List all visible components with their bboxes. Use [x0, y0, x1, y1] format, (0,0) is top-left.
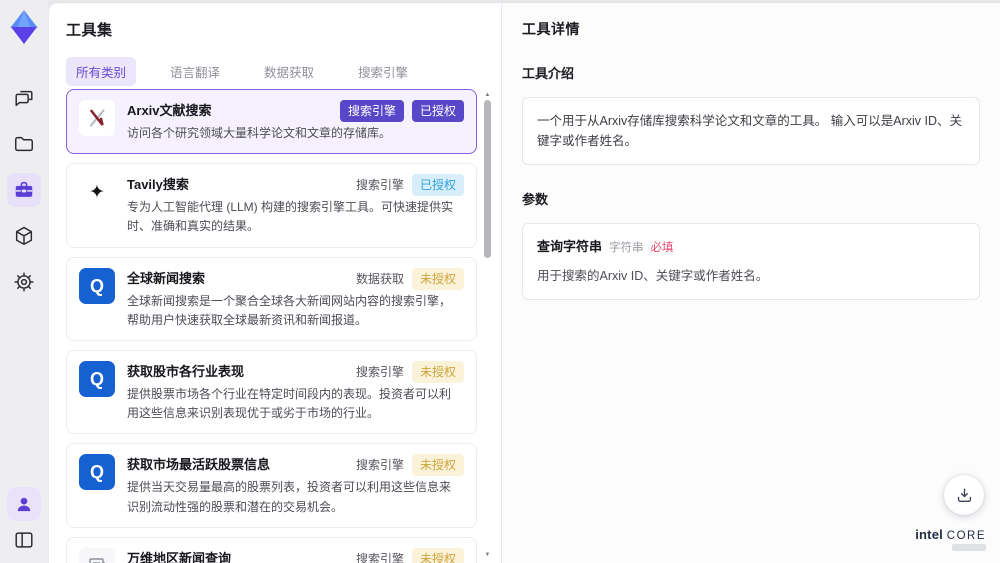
app-window: 工具集 所有类别 语言翻译 数据获取 搜索引擎 Arxiv文献搜索 访问各个研究… [0, 0, 1000, 563]
tavily-logo-icon: ✦ [79, 174, 115, 211]
intro-box: 一个用于从Arxiv存储库搜索科学论文和文章的工具。 输入可以是Arxiv ID… [522, 97, 980, 165]
tab-language-translation[interactable]: 语言翻译 [160, 57, 230, 86]
layout-panel-icon [15, 532, 33, 548]
tool-description: 提供股票市场各个行业在特定时间段内的表现。投资者可以利用这些信息来识别表现优于或… [127, 386, 452, 421]
tool-auth-badge: 已授权 [411, 100, 464, 122]
user-icon [17, 497, 31, 512]
left-rail [0, 0, 48, 563]
content-shell: 工具集 所有类别 语言翻译 数据获取 搜索引擎 Arxiv文献搜索 访问各个研究… [48, 2, 1000, 563]
sidebar-item-packages[interactable] [7, 219, 41, 253]
sidebar-item-chat[interactable] [7, 81, 41, 115]
newspaper-icon [79, 547, 115, 563]
settings-icon [14, 272, 34, 292]
scrollbar-up-arrow[interactable]: ▲ [483, 91, 492, 99]
news-q-logo-icon: Q [79, 360, 115, 397]
scrollbar-down-arrow[interactable]: ▼ [483, 551, 492, 559]
list-scrollbar[interactable]: ▲ ▼ [483, 91, 492, 559]
tool-auth-badge: 已授权 [411, 174, 464, 197]
param-required-badge: 必填 [650, 242, 674, 254]
intro-heading: 工具介绍 [522, 66, 575, 81]
brand-intel-text: intel [915, 527, 943, 542]
chat-icon [15, 90, 33, 107]
tools-panel: 工具集 所有类别 语言翻译 数据获取 搜索引擎 Arxiv文献搜索 访问各个研究… [49, 3, 501, 563]
tool-card[interactable]: 万维地区新闻查询 查询具体行政区划内的新闻，快速了解各地新闻动 搜索引擎 未授权 [66, 536, 477, 563]
download-icon [957, 487, 971, 502]
tool-card[interactable]: ✦ Tavily搜索 专为人工智能代理 (LLM) 构建的搜索引擎工具。可快速提… [66, 163, 477, 248]
folder-icon [15, 136, 33, 152]
tool-card[interactable]: Q 获取股市各行业表现 提供股票市场各个行业在特定时间段内的表现。投资者可以利用… [66, 349, 477, 435]
tab-search-engine[interactable]: 搜索引擎 [348, 57, 418, 86]
param-type: 字符串 [609, 242, 644, 254]
tool-description: 提供当天交易量最高的股票列表，投资者可以利用这些信息来识别流动性强的股票和潜在的… [127, 480, 452, 514]
tool-auth-badge: 未授权 [411, 267, 464, 290]
param-name: 查询字符串 [537, 239, 603, 254]
tool-detail-panel: 工具详情 工具介绍 一个用于从Arxiv存储库搜索科学论文和文章的工具。 输入可… [501, 3, 1000, 563]
download-button[interactable] [944, 475, 984, 515]
sidebar-item-settings[interactable] [7, 265, 41, 299]
detail-title: 工具详情 [522, 21, 580, 37]
tool-auth-badge: 未授权 [411, 547, 464, 563]
tool-description: 全球新闻搜索是一个聚合全球各大新闻网站内容的搜索引擎，帮助用户快速获取全球最新资… [127, 293, 452, 327]
tool-auth-badge: 未授权 [411, 360, 464, 383]
tool-list: Arxiv文献搜索 访问各个研究领域大量科学论文和文章的存储库。 搜索引擎 已授… [66, 89, 477, 563]
param-description: 用于搜索的Arxiv ID、关键字或作者姓名。 [537, 268, 769, 283]
tool-card[interactable]: Arxiv文献搜索 访问各个研究领域大量科学论文和文章的存储库。 搜索引擎 已授… [66, 89, 477, 155]
intro-text: 一个用于从Arxiv存储库搜索科学论文和文章的工具。 输入可以是Arxiv ID… [537, 114, 963, 148]
sidebar-item-account[interactable] [7, 487, 41, 521]
news-q-logo-icon: Q [79, 267, 115, 304]
tab-all-categories[interactable]: 所有类别 [66, 57, 137, 86]
tool-auth-badge: 未授权 [411, 454, 464, 477]
category-tabs: 所有类别 语言翻译 数据获取 搜索引擎 [66, 57, 501, 86]
tool-category-badge: 搜索引擎 [339, 100, 404, 122]
sidebar-item-tools[interactable] [7, 173, 41, 207]
tab-data-fetch[interactable]: 数据获取 [254, 57, 324, 86]
tool-description: 专为人工智能代理 (LLM) 构建的搜索引擎工具。可快速提供实时、准确和真实的结… [127, 200, 454, 234]
params-heading: 参数 [522, 192, 549, 207]
sidebar-item-files[interactable] [7, 127, 41, 161]
tool-card[interactable]: Q 全球新闻搜索 全球新闻搜索是一个聚合全球各大新闻网站内容的搜索引擎，帮助用户… [66, 256, 477, 341]
tool-category-badge: 数据获取 [355, 271, 404, 286]
tool-category-badge: 搜索引擎 [355, 458, 404, 473]
brand-core-text: CORE [946, 530, 986, 542]
tool-description: 访问各个研究领域大量科学论文和文章的存储库。 [127, 126, 392, 140]
tool-category-badge: 搜索引擎 [355, 551, 404, 563]
tool-category-badge: 搜索引擎 [355, 364, 404, 379]
scrollbar-thumb[interactable] [484, 100, 491, 258]
cube-icon [15, 226, 33, 245]
tool-category-badge: 搜索引擎 [355, 178, 404, 193]
page-title: 工具集 [66, 22, 113, 39]
toolbox-icon [15, 181, 33, 197]
news-q-logo-icon: Q [79, 454, 115, 491]
param-box: 查询字符串 字符串 必填 用于搜索的Arxiv ID、关键字或作者姓名。 [522, 223, 980, 300]
app-logo-icon [6, 7, 42, 47]
sidebar-item-collapse[interactable] [7, 523, 41, 557]
brand-sub-mark [952, 544, 986, 551]
tool-card[interactable]: Q 获取市场最活跃股票信息 提供当天交易量最高的股票列表，投资者可以利用这些信息… [66, 443, 477, 528]
arxiv-logo-icon [79, 100, 115, 136]
intel-core-logo: intel CORE [915, 527, 986, 551]
